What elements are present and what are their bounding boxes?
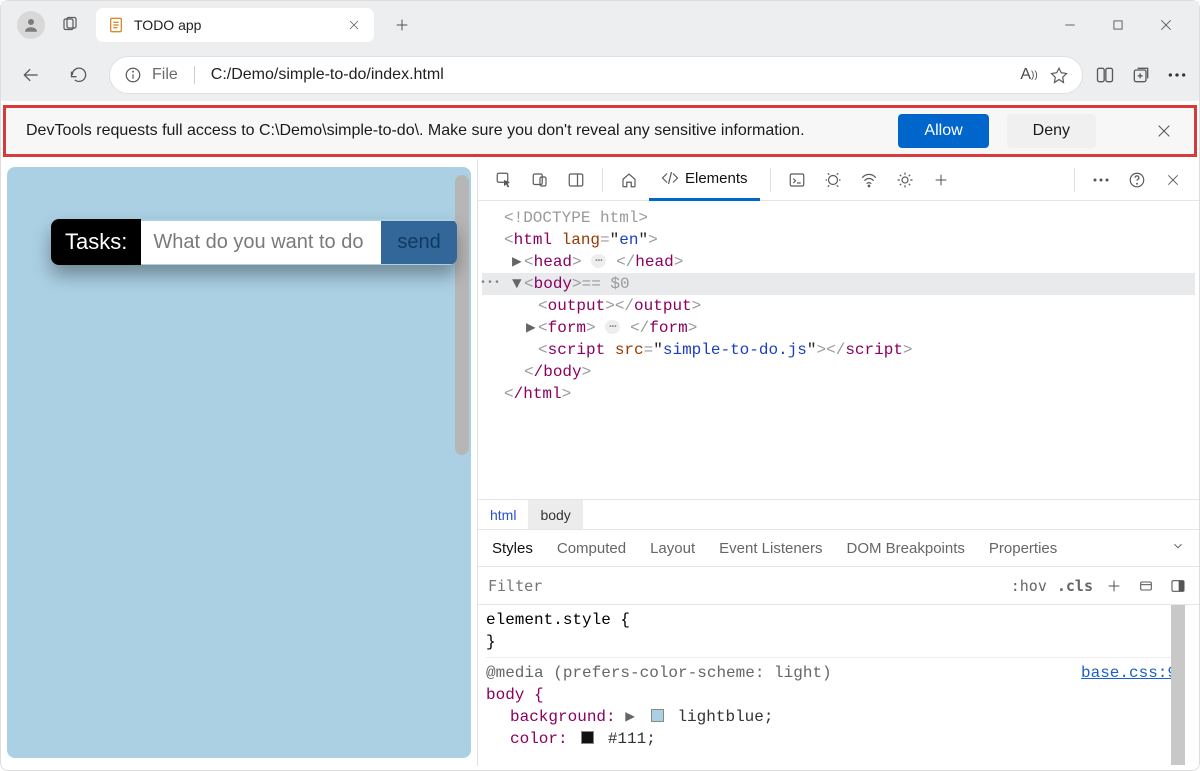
network-tab-icon[interactable] <box>853 164 885 196</box>
page-viewport[interactable]: Tasks: send <box>7 167 471 758</box>
console-tab-icon[interactable] <box>781 164 813 196</box>
todo-widget: Tasks: send <box>51 219 457 265</box>
performance-tab-icon[interactable] <box>889 164 921 196</box>
address-bar-row: File C:/Demo/simple-to-do/index.html A)) <box>1 49 1199 101</box>
styles-tab[interactable]: Styles <box>492 540 533 557</box>
rule-color[interactable]: color: #111; <box>486 728 1177 750</box>
dom-body-close[interactable]: </body> <box>482 361 1195 383</box>
layout-tab[interactable]: Layout <box>650 540 695 557</box>
browser-titlebar: TODO app <box>1 1 1199 49</box>
address-scheme: File <box>152 66 178 84</box>
page-favicon-icon <box>108 17 124 33</box>
lightblue-swatch-icon[interactable] <box>651 709 664 722</box>
cls-toggle[interactable]: .cls <box>1057 577 1093 595</box>
dom-breadcrumb: html body <box>478 499 1199 529</box>
window-maximize-icon[interactable] <box>1109 16 1127 34</box>
allow-button[interactable]: Allow <box>898 114 988 148</box>
device-emulation-icon[interactable] <box>524 164 556 196</box>
styles-filter-row: :hov .cls <box>478 567 1199 605</box>
dom-tree[interactable]: <!DOCTYPE html> <html lang="en"> ▶<head>… <box>478 201 1199 499</box>
infobar-close-icon[interactable] <box>1154 121 1174 141</box>
main-split: Tasks: send Elements <box>1 159 1199 766</box>
infobar-message: DevTools requests full access to C:\Demo… <box>26 122 880 140</box>
dom-script[interactable]: <script src="simple-to-do.js"></script> <box>482 339 1195 361</box>
rule-element-style-open[interactable]: element.style { <box>486 609 1177 631</box>
rule-element-style-close: } <box>486 631 1177 653</box>
browser-tab[interactable]: TODO app <box>95 7 375 43</box>
nav-back-button[interactable] <box>13 57 49 93</box>
favorite-icon[interactable] <box>1050 66 1068 84</box>
style-rules[interactable]: element.style { } @media (prefers-color-… <box>478 605 1199 766</box>
more-menu-icon[interactable] <box>1167 65 1187 85</box>
rule-media: @media (prefers-color-scheme: light) <box>486 664 832 682</box>
dom-html-close[interactable]: </html> <box>482 383 1195 405</box>
tab-close-icon[interactable] <box>346 17 362 33</box>
rule-source-link[interactable]: base.css:9 <box>1081 662 1177 684</box>
elements-tab-label: Elements <box>685 170 748 187</box>
more-tabs-icon[interactable] <box>925 164 957 196</box>
event-listeners-tab[interactable]: Event Listeners <box>719 540 822 557</box>
deny-button[interactable]: Deny <box>1007 114 1096 148</box>
devtools-pane: Elements <!DOCTYPE html> <html lang="en"… <box>477 159 1199 766</box>
dom-form[interactable]: ▶<form> ⋯ </form> <box>482 317 1195 339</box>
dock-side-icon[interactable] <box>560 164 592 196</box>
computed-tab[interactable]: Computed <box>557 540 626 557</box>
devtools-more-icon[interactable] <box>1085 164 1117 196</box>
styles-tabbar: Styles Computed Layout Event Listeners D… <box>478 529 1199 567</box>
address-separator <box>194 66 195 84</box>
todo-input[interactable] <box>141 221 381 264</box>
properties-tab[interactable]: Properties <box>989 540 1057 557</box>
computed-styles-toggle-icon[interactable] <box>1167 575 1189 597</box>
toggle-common-rendering-icon[interactable] <box>1135 575 1157 597</box>
devtools-close-icon[interactable] <box>1157 164 1189 196</box>
window-close-icon[interactable] <box>1157 16 1175 34</box>
dom-html-open[interactable]: <html lang="en"> <box>482 229 1195 251</box>
collections-icon[interactable] <box>1131 65 1151 85</box>
window-minimize-icon[interactable] <box>1061 16 1079 34</box>
devtools-access-infobar: DevTools requests full access to C:\Demo… <box>3 105 1197 157</box>
inspect-element-icon[interactable] <box>488 164 520 196</box>
elements-tab[interactable]: Elements <box>649 159 760 201</box>
styles-scrollbar[interactable] <box>1171 605 1185 765</box>
devtools-help-icon[interactable] <box>1121 164 1153 196</box>
address-bar[interactable]: File C:/Demo/simple-to-do/index.html A)) <box>109 56 1083 94</box>
rule-body-selector[interactable]: body { <box>486 684 1177 706</box>
profile-avatar[interactable] <box>17 11 45 39</box>
rule-background[interactable]: background: ▶ lightblue; <box>486 706 1177 728</box>
devtools-toolbar: Elements <box>478 159 1199 201</box>
styles-overflow-icon[interactable] <box>1171 539 1185 557</box>
window-controls <box>1061 16 1191 34</box>
new-tab-button[interactable] <box>385 8 419 42</box>
nav-refresh-button[interactable] <box>61 57 97 93</box>
issues-tab-icon[interactable] <box>817 164 849 196</box>
tab-title: TODO app <box>134 17 346 33</box>
todo-send-button[interactable]: send <box>381 221 456 264</box>
styles-filter-input[interactable] <box>488 577 1001 595</box>
crumb-html[interactable]: html <box>478 500 528 529</box>
color111-swatch-icon[interactable] <box>581 731 594 744</box>
new-style-rule-icon[interactable] <box>1103 575 1125 597</box>
dom-doctype: <!DOCTYPE html> <box>482 207 1195 229</box>
page-scrollbar[interactable] <box>455 175 469 455</box>
crumb-body[interactable]: body <box>528 500 582 529</box>
todo-label: Tasks: <box>51 219 141 265</box>
address-url: C:/Demo/simple-to-do/index.html <box>211 66 1010 84</box>
dom-breakpoints-tab[interactable]: DOM Breakpoints <box>847 540 965 557</box>
hov-toggle[interactable]: :hov <box>1011 577 1047 595</box>
page-pane: Tasks: send <box>1 159 477 766</box>
site-info-icon[interactable] <box>124 66 142 84</box>
split-screen-icon[interactable] <box>1095 65 1115 85</box>
dom-output[interactable]: <output></output> <box>482 295 1195 317</box>
welcome-tab-icon[interactable] <box>613 164 645 196</box>
read-aloud-icon[interactable]: A)) <box>1020 66 1038 84</box>
dom-head[interactable]: ▶<head> ⋯ </head> <box>482 251 1195 273</box>
dom-body-selected[interactable]: ▼<body> == $0 <box>482 273 1195 295</box>
tab-actions-icon[interactable] <box>53 8 87 42</box>
